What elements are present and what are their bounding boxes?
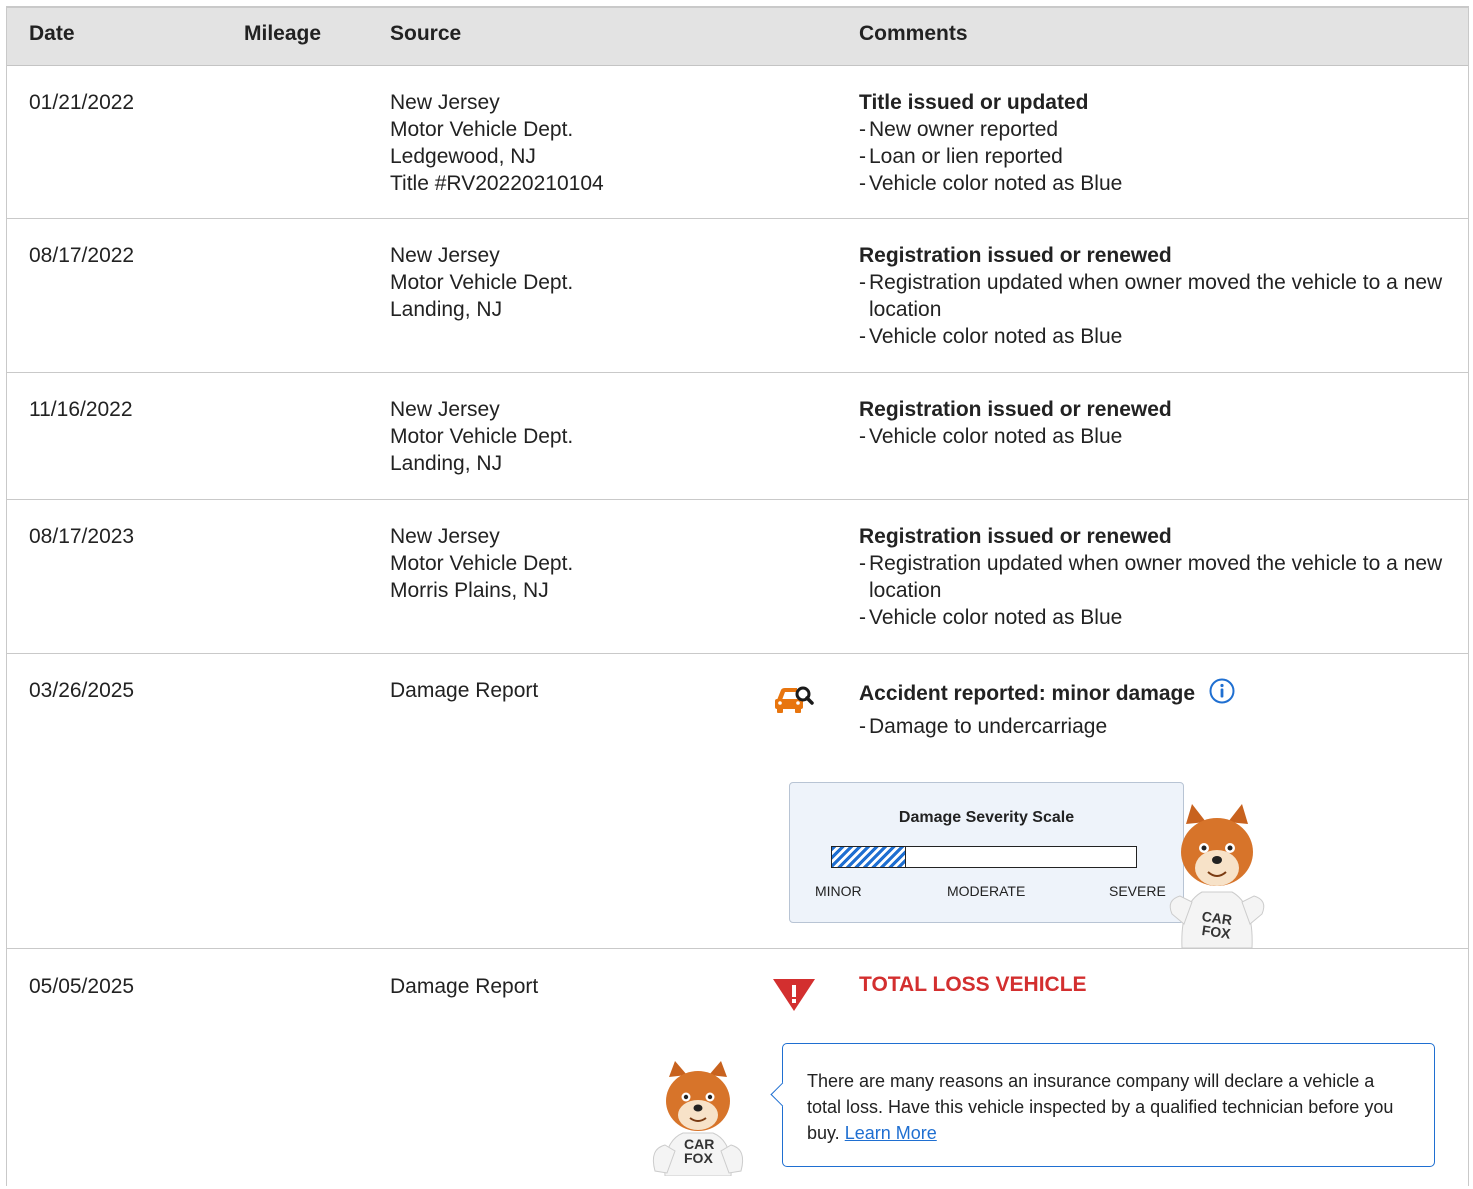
carfox-mascot-image: CAR FOX xyxy=(1169,804,1265,948)
source-line: New Jersey xyxy=(390,91,500,114)
table-row: 08/17/2023 New Jersey Motor Vehicle Dept… xyxy=(7,500,1468,654)
info-icon[interactable] xyxy=(1209,678,1235,704)
source-line: Title #RV20220210104 xyxy=(390,172,604,195)
source-line: New Jersey xyxy=(390,525,500,548)
row-source: New Jersey Motor Vehicle Dept. Landing, … xyxy=(390,396,573,477)
comment-bullet: - Vehicle color noted as Blue xyxy=(859,325,1123,348)
carfox-mascot-image: CAR FOX xyxy=(652,1061,744,1176)
source-line: Morris Plains, NJ xyxy=(390,579,549,602)
source-line: Motor Vehicle Dept. xyxy=(390,425,574,448)
row-comments: Title issued or updated - New owner repor… xyxy=(859,89,1449,197)
severity-title: Damage Severity Scale xyxy=(898,809,1075,826)
severity-label-moderate: MODERATE xyxy=(947,883,1026,899)
table-row: 03/26/2025 Damage Report Accident report… xyxy=(7,654,1468,949)
source-line: Ledgewood, NJ xyxy=(390,145,536,168)
comment-bullet: - Registration updated when owner moved t… xyxy=(859,552,1443,602)
learn-more-link[interactable]: Learn More xyxy=(845,1123,937,1143)
header-date: Date xyxy=(29,22,75,45)
source-line: New Jersey xyxy=(390,244,500,267)
row-source: New Jersey Motor Vehicle Dept. Ledgewood… xyxy=(390,89,604,197)
comment-title: Registration issued or renewed xyxy=(859,398,1172,421)
row-source: New Jersey Motor Vehicle Dept. Morris Pl… xyxy=(390,523,573,604)
comment-bullet: - Registration updated when owner moved t… xyxy=(859,271,1443,321)
comment-bullet: - Damage to undercarriage xyxy=(859,715,1108,738)
source-line: Damage Report xyxy=(390,679,539,702)
svg-text:FOX: FOX xyxy=(684,1150,713,1166)
comment-bullet: - Vehicle color noted as Blue xyxy=(859,172,1123,195)
row-date: 08/17/2022 xyxy=(29,244,135,267)
total-loss-title: TOTAL LOSS VEHICLE xyxy=(859,973,1087,996)
table-header: Date Mileage Source Comments xyxy=(7,8,1468,66)
header-mileage: Mileage xyxy=(244,22,322,45)
severity-bar xyxy=(831,846,1137,868)
row-date: 03/26/2025 xyxy=(29,679,135,702)
total-loss-callout: There are many reasons an insurance comp… xyxy=(770,1043,1435,1167)
source-line: Motor Vehicle Dept. xyxy=(390,552,574,575)
warning-triangle-icon xyxy=(773,979,815,1011)
source-line: New Jersey xyxy=(390,398,500,421)
row-date: 05/05/2025 xyxy=(29,975,135,998)
source-line: Damage Report xyxy=(390,975,539,998)
source-line: Landing, NJ xyxy=(390,452,503,475)
source-line: Motor Vehicle Dept. xyxy=(390,271,574,294)
row-source: New Jersey Motor Vehicle Dept. Landing, … xyxy=(390,242,573,323)
damage-severity-scale: Damage Severity Scale MINOR MODERATE SEV… xyxy=(789,782,1184,923)
row-date: 11/16/2022 xyxy=(29,398,133,421)
callout-pointer xyxy=(770,1082,795,1107)
comment-bullet: - New owner reported xyxy=(859,118,1059,141)
source-line: Landing, NJ xyxy=(390,298,503,321)
comment-bullet: - Loan or lien reported xyxy=(859,145,1063,168)
severity-bar-fill xyxy=(832,847,906,867)
row-date: 01/21/2022 xyxy=(29,91,135,114)
source-line: Motor Vehicle Dept. xyxy=(390,118,574,141)
row-comments: Accident reported: minor damage - Damage … xyxy=(859,678,1449,740)
comment-title: Registration issued or renewed xyxy=(859,244,1172,267)
table-row: 11/16/2022 New Jersey Motor Vehicle Dept… xyxy=(7,373,1468,500)
row-comments: Registration issued or renewed - Vehicle … xyxy=(859,396,1449,450)
row-source: Damage Report xyxy=(390,973,538,1000)
comment-title: Registration issued or renewed xyxy=(859,525,1172,548)
header-comments: Comments xyxy=(859,22,968,45)
row-comments: Registration issued or renewed - Registra… xyxy=(859,523,1449,631)
row-date: 08/17/2023 xyxy=(29,525,135,548)
severity-label-minor: MINOR xyxy=(815,883,862,899)
car-damage-search-icon xyxy=(775,686,814,713)
header-source: Source xyxy=(390,22,462,45)
comment-title: Title issued or updated xyxy=(859,91,1089,114)
table-row: 08/17/2022 New Jersey Motor Vehicle Dept… xyxy=(7,219,1468,373)
table-row: 01/21/2022 New Jersey Motor Vehicle Dept… xyxy=(7,65,1468,219)
row-comments: Registration issued or renewed - Registra… xyxy=(859,242,1449,350)
row-source: Damage Report xyxy=(390,677,538,704)
table-row: 05/05/2025 Damage Report TOTAL LOSS VEHI… xyxy=(7,949,1468,1189)
comment-bullet: - Vehicle color noted as Blue xyxy=(859,425,1123,448)
comment-bullet: - Vehicle color noted as Blue xyxy=(859,606,1123,629)
comment-title: Accident reported: minor damage xyxy=(859,678,1449,707)
severity-label-severe: SEVERE xyxy=(1109,883,1166,899)
